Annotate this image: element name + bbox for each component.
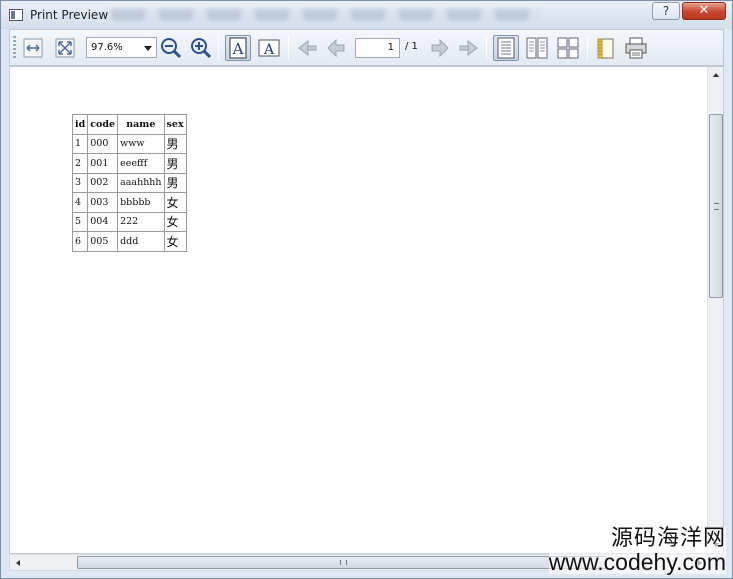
cell-code: 001 — [87, 153, 119, 174]
window-title: Print Preview — [30, 8, 109, 22]
zoom-out-icon — [161, 38, 182, 59]
blurred-region — [111, 9, 541, 21]
svg-text:A: A — [263, 42, 275, 58]
first-page-button[interactable] — [294, 35, 320, 61]
svg-text:A: A — [232, 40, 244, 58]
zoom-in-button[interactable] — [188, 35, 214, 61]
print-preview-window: Print Preview ? ✕ 97.6% A A 1 / 1 id cod… — [0, 0, 733, 579]
cell-code: 004 — [87, 211, 119, 232]
next-page-button[interactable] — [427, 35, 453, 61]
fit-width-icon — [23, 38, 43, 58]
cell-name: bbbbb — [117, 192, 165, 213]
cell-id: 1 — [71, 133, 89, 154]
watermark-chinese: 源码海洋网 — [548, 527, 726, 550]
cell-sex: 男 — [163, 172, 187, 193]
overview-button[interactable] — [555, 35, 581, 61]
cell-code: 003 — [87, 192, 119, 213]
scroll-up-button[interactable] — [708, 67, 724, 83]
window-icon — [9, 9, 23, 21]
horizontal-scroll-thumb[interactable] — [77, 556, 607, 569]
cell-code: 002 — [87, 172, 119, 193]
table-row: 6 005 ddd 女 — [71, 231, 187, 252]
print-button[interactable] — [623, 35, 649, 61]
landscape-button[interactable]: A — [256, 35, 282, 61]
preview-toolbar: 97.6% A A 1 / 1 — [9, 29, 724, 66]
fit-page-icon — [55, 38, 75, 58]
toolbar-separator — [218, 36, 219, 60]
fit-width-button[interactable] — [20, 35, 46, 61]
zoom-out-button[interactable] — [158, 35, 184, 61]
portrait-icon: A — [229, 37, 247, 59]
arrow-up-icon — [713, 73, 719, 77]
cell-code: 000 — [87, 133, 119, 154]
portrait-button[interactable]: A — [225, 35, 251, 61]
cell-id: 2 — [71, 153, 89, 174]
table-row: 1 000 www 男 — [71, 133, 187, 154]
watermark: 源码海洋网 www.codehy.com — [548, 527, 726, 575]
cell-sex: 女 — [163, 211, 187, 232]
last-page-icon — [459, 39, 478, 57]
toolbar-grip[interactable] — [13, 36, 16, 60]
cell-name: 222 — [117, 211, 165, 232]
facing-pages-icon — [526, 37, 548, 59]
landscape-icon: A — [258, 39, 280, 58]
table-row: 2 001 eeefff 男 — [71, 153, 187, 174]
facing-pages-button[interactable] — [524, 35, 550, 61]
overview-icon — [557, 37, 579, 59]
chevron-down-icon — [144, 46, 152, 51]
vertical-scroll-thumb[interactable] — [709, 114, 723, 298]
previous-page-button[interactable] — [323, 35, 349, 61]
help-button[interactable]: ? — [652, 2, 680, 20]
scroll-left-button[interactable] — [10, 555, 26, 570]
column-header: sex — [163, 114, 187, 135]
cell-sex: 女 — [163, 192, 187, 213]
cell-name: ddd — [117, 231, 165, 252]
zoom-value: 97.6% — [91, 42, 123, 53]
cell-sex: 男 — [163, 153, 187, 174]
zoom-combobox[interactable]: 97.6% — [86, 37, 157, 58]
vertical-scrollbar[interactable] — [707, 67, 723, 553]
page-setup-icon — [597, 38, 614, 59]
page-number-input[interactable]: 1 — [355, 38, 400, 58]
cell-code: 005 — [87, 231, 119, 252]
page-setup-button[interactable] — [593, 35, 619, 61]
toolbar-separator — [486, 36, 487, 60]
cell-id: 3 — [71, 172, 89, 193]
previous-page-icon — [327, 38, 345, 58]
cell-sex: 女 — [163, 231, 187, 252]
cell-name: eeefff — [117, 153, 165, 174]
column-header: name — [117, 114, 165, 135]
print-icon — [625, 37, 647, 59]
table-row: 4 003 bbbbb 女 — [71, 192, 187, 213]
single-page-button[interactable] — [493, 35, 519, 61]
last-page-button[interactable] — [456, 35, 482, 61]
first-page-icon — [298, 39, 317, 57]
watermark-url: www.codehy.com — [548, 548, 726, 575]
cell-name: aaahhhh — [117, 172, 165, 193]
page-sheet: id code name sex 1 000 www 男 2 001 eeeff… — [10, 67, 707, 553]
preview-area[interactable]: id code name sex 1 000 www 男 2 001 eeeff… — [9, 66, 724, 554]
zoom-in-icon — [191, 38, 212, 59]
toolbar-separator — [288, 36, 289, 60]
data-table: id code name sex 1 000 www 男 2 001 eeeff… — [71, 114, 187, 252]
fit-page-button[interactable] — [52, 35, 78, 61]
column-header: id — [71, 114, 89, 135]
title-bar: Print Preview ? ✕ — [1, 1, 732, 29]
table-row: 3 002 aaahhhh 男 — [71, 172, 187, 193]
table-header-row: id code name sex — [71, 114, 187, 135]
page-total-label: / 1 — [405, 41, 418, 52]
next-page-icon — [431, 38, 449, 58]
cell-id: 5 — [71, 211, 89, 232]
arrow-left-icon — [16, 559, 20, 566]
cell-id: 4 — [71, 192, 89, 213]
cell-name: www — [117, 133, 165, 154]
cell-sex: 男 — [163, 133, 187, 154]
single-page-icon — [497, 37, 515, 59]
column-header: code — [87, 114, 119, 135]
table-row: 5 004 222 女 — [71, 211, 187, 232]
cell-id: 6 — [71, 231, 89, 252]
close-button[interactable]: ✕ — [682, 2, 726, 20]
toolbar-separator — [587, 36, 588, 60]
